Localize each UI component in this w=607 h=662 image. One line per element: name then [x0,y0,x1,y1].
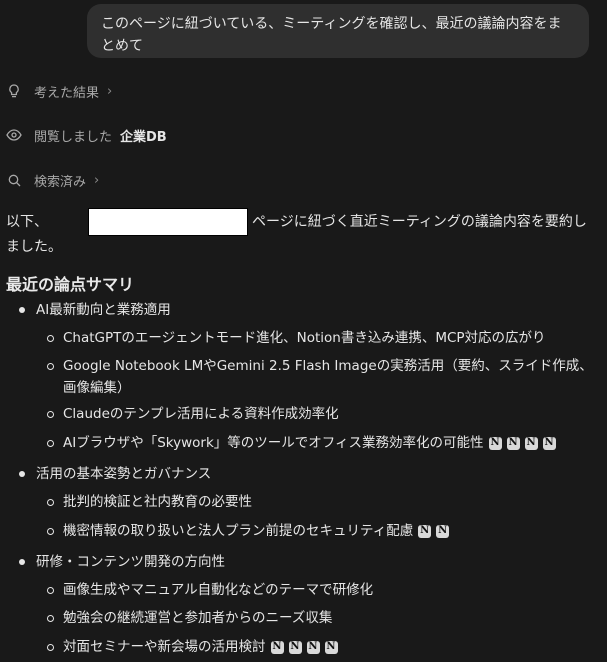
topic-item: AI最新動向と業務適用 [19,299,171,321]
circle-bullet-icon [47,644,54,651]
viewed-label: 閲覧しました [34,129,113,145]
topic-point: 勉強会の継続運営と参加者からのニーズ収集 [47,607,593,629]
notion-citation-icon[interactable]: N [270,640,284,654]
bullet-icon [19,471,25,477]
section-title: 最近の論点サマリ [6,275,135,294]
topic-item: 活用の基本姿勢とガバナンス [19,463,212,485]
thought-label: 考えた結果 [34,85,100,101]
topic-point: AIブラウザや「Skywork」等のツールでオフィス業務効率化の可能性 N N N N [47,432,593,454]
bullet-icon [19,307,25,313]
point-text: 機密情報の取り扱いと法人プラン前提のセキュリティ配慮 [63,523,414,539]
notion-citation-icon[interactable]: N [418,524,432,538]
topic-title: 研修・コンテンツ開発の方向性 [36,554,225,570]
viewed-target-link[interactable]: 企業DB [120,126,167,145]
notion-citation-icon[interactable]: N [506,436,520,450]
circle-bullet-icon [47,335,54,342]
search-icon [6,172,22,188]
circle-bullet-icon [47,411,54,418]
topic-item: 研修・コンテンツ開発の方向性 [19,551,225,573]
topic-point: 画像生成やマニュアル自動化などのテーマで研修化 [47,579,593,601]
circle-bullet-icon [47,363,54,370]
notion-citation-icon[interactable]: N [306,640,320,654]
viewed-row: 閲覧しました 企業DB [6,124,167,146]
bullet-icon [19,559,25,565]
point-text: Google Notebook LMやGemini 2.5 Flash Imag… [63,358,593,396]
point-text: 勉強会の継続運営と参加者からのニーズ収集 [63,610,333,626]
point-text: Claudeのテンプレ活用による資料作成効率化 [63,406,339,422]
circle-bullet-icon [47,440,54,447]
point-text: 対面セミナーや新会場の活用検討 [63,639,266,655]
notion-citation-icon[interactable]: N [524,436,538,450]
notion-citation-icon[interactable]: N [324,640,338,654]
circle-bullet-icon [47,615,54,622]
point-text: 画像生成やマニュアル自動化などのテーマで研修化 [63,582,374,598]
thought-toggle[interactable]: 考えた結果 › [6,80,112,102]
intro-prefix: 以下、 [6,214,48,230]
topic-point: 機密情報の取り扱いと法人プラン前提のセキュリティ配慮 N N [47,520,593,542]
intro-paragraph: 以下、 ページに紐づく直近ミーティングの議論内容を要約しました。 [6,208,596,258]
topic-title: AI最新動向と業務適用 [36,302,171,318]
topic-point: ChatGPTのエージェントモード進化、Notion書き込み連携、MCP対応の広… [47,327,593,349]
chevron-right-icon: › [107,83,113,99]
topic-point: Claudeのテンプレ活用による資料作成効率化 [47,403,593,425]
topic-point: 対面セミナーや新会場の活用検討 N N N N [47,636,593,658]
lightbulb-icon [6,83,22,99]
user-message-text: このページに紐づいている、ミーティングを確認し、最近の議論内容をまとめて [101,16,562,54]
circle-bullet-icon [47,528,54,535]
circle-bullet-icon [47,499,54,506]
notion-citation-icon[interactable]: N [542,436,556,450]
searched-label: 検索済み [34,174,87,190]
user-message-bubble: このページに紐づいている、ミーティングを確認し、最近の議論内容をまとめて [87,4,589,58]
point-text: ChatGPTのエージェントモード進化、Notion書き込み連携、MCP対応の広… [63,330,546,346]
notion-citation-icon[interactable]: N [288,640,302,654]
topic-point: Google Notebook LMやGemini 2.5 Flash Imag… [47,355,593,399]
notion-citation-icon[interactable]: N [488,436,502,450]
circle-bullet-icon [47,587,54,594]
topic-point: 批判的検証と社内教育の必要性 [47,491,593,513]
eye-icon [6,127,22,143]
point-text: 批判的検証と社内教育の必要性 [63,494,252,510]
redacted-block [88,208,248,236]
chevron-right-icon: › [94,172,100,188]
topic-title: 活用の基本姿勢とガバナンス [36,466,212,482]
notion-citation-icon[interactable]: N [436,524,450,538]
point-text: AIブラウザや「Skywork」等のツールでオフィス業務効率化の可能性 [63,435,484,451]
search-toggle[interactable]: 検索済み › [6,169,99,191]
